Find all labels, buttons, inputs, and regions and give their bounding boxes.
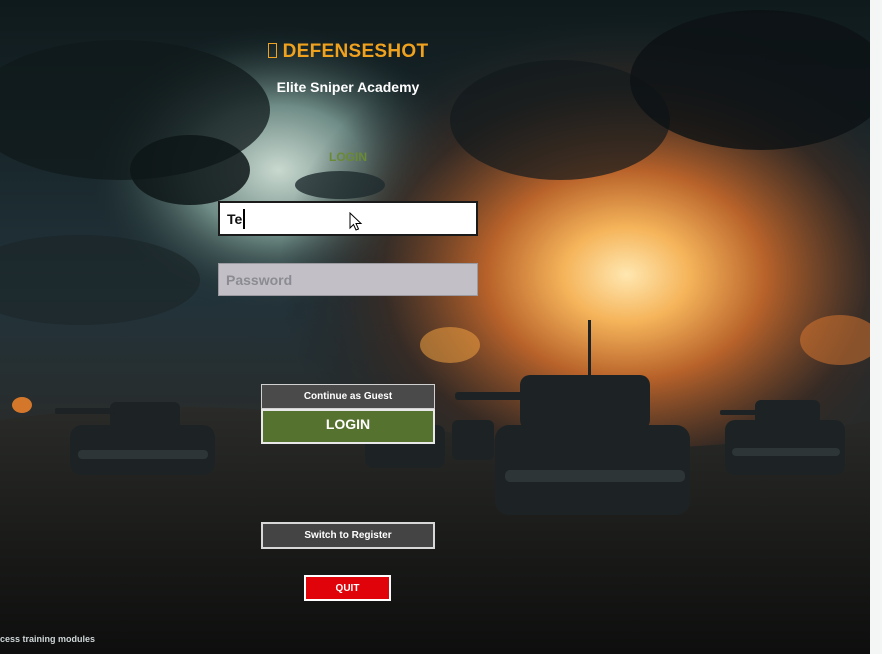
mouse-pointer-icon: [349, 212, 363, 231]
username-input[interactable]: Te: [218, 201, 478, 236]
switch-to-register-label: Switch to Register: [304, 530, 392, 541]
username-input-value: Te: [227, 210, 243, 227]
switch-to-register-button[interactable]: Switch to Register: [261, 522, 435, 549]
password-input[interactable]: [218, 263, 478, 296]
form-section-label: LOGIN: [329, 150, 367, 164]
game-title: DEFENSESHOT: [0, 41, 696, 63]
window-edge-strip: [870, 0, 882, 654]
game-subtitle: Elite Sniper Academy: [276, 79, 420, 95]
login-button-label: LOGIN: [325, 416, 371, 432]
login-button[interactable]: LOGIN: [261, 409, 435, 444]
battlefield-background: [0, 0, 870, 654]
continue-as-guest-button[interactable]: Continue as Guest: [261, 384, 435, 409]
missing-glyph-icon: [267, 43, 277, 58]
footer-hint-text: cess training modules: [0, 634, 96, 644]
quit-button[interactable]: QUIT: [304, 575, 391, 601]
continue-as-guest-label: Continue as Guest: [303, 391, 393, 402]
game-login-screen: DEFENSESHOT Elite Sniper Academy LOGIN T…: [0, 0, 882, 654]
quit-button-label: QUIT: [335, 582, 360, 594]
text-caret: [243, 208, 245, 229]
game-title-text: DEFENSESHOT: [282, 41, 429, 62]
